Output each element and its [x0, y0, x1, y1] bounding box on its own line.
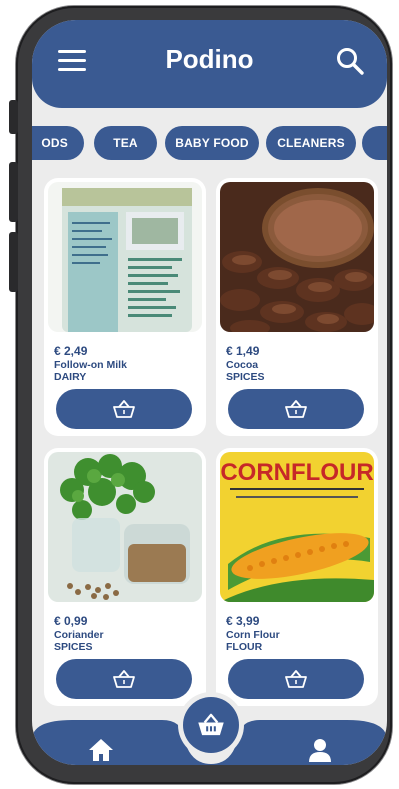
product-category: FLOUR	[226, 641, 263, 653]
product-name: Corn Flour	[226, 629, 280, 641]
category-chip-label: CLEANERS	[277, 136, 345, 150]
category-chip-label: ODS	[41, 136, 68, 150]
cart-fab-button[interactable]	[183, 697, 239, 753]
basket-icon	[285, 400, 307, 418]
product-price: € 1,49	[226, 344, 260, 358]
product-name: Cocoa	[226, 359, 259, 371]
phone-side-button	[9, 100, 18, 134]
product-price: € 2,49	[54, 344, 88, 358]
product-card-follow-on-milk[interactable]: € 2,49 Follow-on Milk DAIRY	[44, 178, 206, 436]
category-chip-baby-food[interactable]: BABY FOOD	[165, 126, 259, 160]
phone-volume-down	[9, 232, 18, 292]
category-chip-next[interactable]	[362, 126, 387, 160]
app-header: Podino	[32, 20, 387, 108]
add-to-cart-button[interactable]	[228, 659, 364, 699]
app-title: Podino	[165, 44, 254, 74]
product-card-cocoa[interactable]: € 1,49 Cocoa SPICES	[216, 178, 378, 436]
category-chip-cleaners[interactable]: CLEANERS	[266, 126, 356, 160]
phone-volume-up	[9, 162, 18, 222]
product-image-cocoa	[220, 182, 374, 332]
basket-icon	[198, 713, 224, 736]
add-to-cart-button[interactable]	[56, 389, 192, 429]
home-icon[interactable]	[88, 738, 114, 762]
product-price: € 3,99	[226, 614, 260, 628]
category-bar: ODS TEA BABY FOOD CLEANERS	[32, 126, 387, 162]
add-to-cart-button[interactable]	[228, 389, 364, 429]
category-chip-foods[interactable]: ODS	[32, 126, 84, 160]
category-chip-tea[interactable]: TEA	[94, 126, 157, 160]
product-image-milk	[48, 182, 202, 332]
add-to-cart-button[interactable]	[56, 659, 192, 699]
product-name: Follow-on Milk	[54, 359, 127, 371]
search-icon[interactable]	[335, 46, 365, 76]
basket-icon	[113, 400, 135, 418]
product-name: Coriander	[54, 629, 104, 641]
basket-icon	[113, 670, 135, 688]
product-image-label: CORNFLOUR	[220, 459, 373, 486]
product-price: € 0,99	[54, 614, 88, 628]
product-card-corn-flour[interactable]: CORNFLOUR € 3,99 Corn Flour FLOUR	[216, 448, 378, 706]
category-chip-label: BABY FOOD	[175, 136, 249, 150]
basket-icon	[285, 670, 307, 688]
product-card-coriander[interactable]: € 0,99 Coriander SPICES	[44, 448, 206, 706]
user-icon[interactable]	[308, 738, 332, 762]
product-image-coriander	[48, 452, 202, 602]
product-image-corn-flour: CORNFLOUR	[220, 452, 374, 602]
app-screen: Podino ODS TEA BABY FOOD CLEANERS € 2,49…	[32, 20, 387, 765]
product-category: SPICES	[54, 641, 93, 653]
category-chip-label: TEA	[113, 136, 138, 150]
product-category: SPICES	[226, 371, 265, 383]
product-category: DAIRY	[54, 371, 87, 383]
